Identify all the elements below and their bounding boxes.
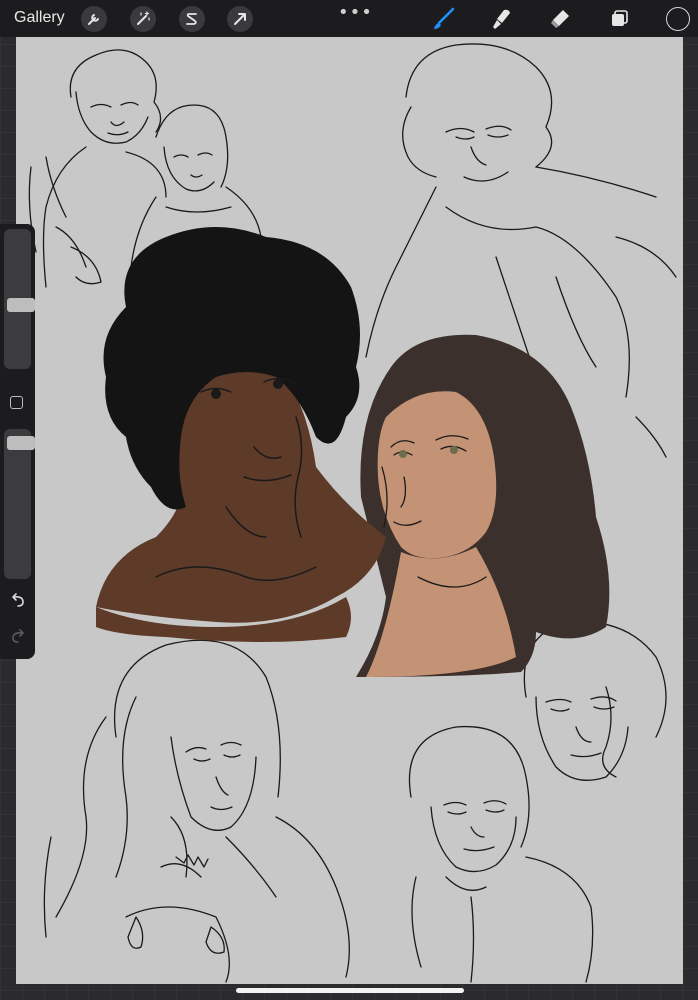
gallery-button[interactable]: Gallery xyxy=(14,9,65,27)
painted-woman xyxy=(356,334,610,677)
selection-button[interactable] xyxy=(179,6,205,32)
transform-button[interactable] xyxy=(227,6,253,32)
top-toolbar: Gallery ••• xyxy=(0,0,698,37)
smudge-tool-button[interactable] xyxy=(488,5,516,33)
redo-button[interactable] xyxy=(8,626,28,646)
eraser-tool-button[interactable] xyxy=(546,5,574,33)
left-sidebar xyxy=(0,224,35,659)
layers-icon xyxy=(612,10,628,26)
layers-button[interactable] xyxy=(605,5,633,33)
sketch-bottom-right-upper xyxy=(523,620,667,781)
home-indicator[interactable] xyxy=(236,988,464,993)
more-options-button[interactable]: ••• xyxy=(338,2,373,23)
brush-tool-button[interactable] xyxy=(430,5,458,33)
smudge-icon xyxy=(493,9,510,29)
modify-button[interactable] xyxy=(10,396,23,409)
brush-icon xyxy=(434,7,455,29)
sketch-bottom-right-lower xyxy=(408,725,594,983)
color-picker-button[interactable] xyxy=(666,7,690,31)
redo-icon xyxy=(12,629,24,643)
painted-man xyxy=(96,227,386,642)
opacity-slider[interactable] xyxy=(4,429,35,579)
brush-size-thumb[interactable] xyxy=(7,298,35,312)
actions-button[interactable] xyxy=(81,6,107,32)
undo-button[interactable] xyxy=(8,590,28,610)
magic-wand-icon xyxy=(137,11,150,25)
brush-size-slider[interactable] xyxy=(4,229,35,369)
wrench-icon xyxy=(88,14,99,25)
arrow-cursor-icon xyxy=(234,13,246,25)
adjustments-button[interactable] xyxy=(130,6,156,32)
undo-icon xyxy=(12,593,24,607)
opacity-thumb[interactable] xyxy=(7,436,35,450)
selection-s-icon xyxy=(186,13,197,25)
drawing-canvas[interactable] xyxy=(16,37,683,984)
artwork xyxy=(28,43,677,983)
sketch-bottom-left xyxy=(43,639,350,983)
eraser-icon xyxy=(551,10,569,28)
